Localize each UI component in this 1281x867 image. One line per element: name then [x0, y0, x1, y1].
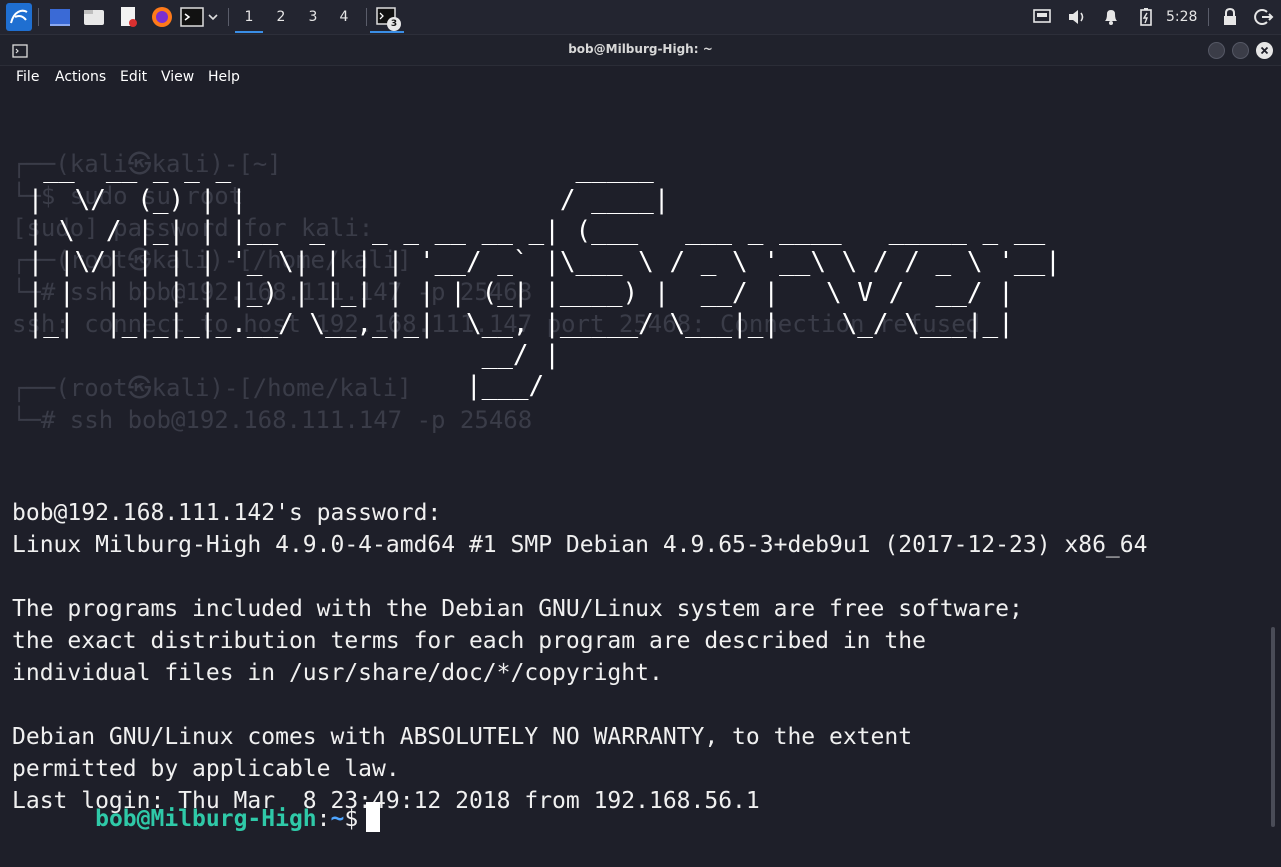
panel-separator [366, 8, 367, 26]
battery-icon[interactable] [1137, 5, 1155, 29]
banner-line: | \ / |_| | |__ _ _ _ __ __ _| (___ ___ … [12, 216, 1046, 246]
output-line: bob@192.168.111.142's password: [12, 500, 442, 526]
text-editor-icon[interactable] [117, 5, 141, 29]
window-count-badge: 3 [387, 17, 401, 31]
prompt-user-host: bob@Milburg-High [95, 806, 317, 832]
window-titlebar[interactable]: bob@Milburg-High: ~ [0, 35, 1281, 66]
menu-view[interactable]: View [161, 69, 194, 85]
notifications-bell-icon[interactable] [1101, 5, 1121, 29]
banner-line: | \/ (_) | | / ____| [12, 185, 670, 215]
chevron-down-icon[interactable] [205, 5, 221, 29]
lock-screen-icon[interactable] [1220, 5, 1240, 29]
window-title: bob@Milburg-High: ~ [568, 42, 713, 56]
banner-line: |___/ [12, 371, 545, 401]
terminal-prompt[interactable]: bob@Milburg-High:~$ [12, 770, 381, 867]
output-line: individual files in /usr/share/doc/*/cop… [12, 660, 663, 686]
menu-bar: File Actions Edit View Help [0, 66, 1281, 90]
scrollbar[interactable] [1271, 627, 1275, 827]
menu-edit[interactable]: Edit [120, 69, 147, 85]
panel-separator [228, 8, 229, 26]
maximize-button[interactable] [1232, 42, 1249, 59]
menu-file[interactable]: File [16, 69, 39, 85]
banner-line: | | | | | | |_) | |_| | | | (_| |____) |… [12, 278, 1014, 308]
terminal-window-task[interactable]: 3 [375, 5, 403, 31]
workspace-4[interactable]: 4 [330, 5, 358, 29]
logout-icon[interactable] [1252, 5, 1274, 29]
firefox-icon[interactable] [150, 5, 174, 29]
prompt-symbol: $ [344, 806, 359, 832]
screen-icon[interactable] [1032, 5, 1052, 29]
output-line: Linux Milburg-High 4.9.0-4-amd64 #1 SMP … [12, 532, 1148, 558]
prompt-separator: : [316, 806, 331, 832]
terminal-output: bob@192.168.111.142's password: Linux Mil… [12, 465, 1147, 817]
banner-line: |_| |_|_|_|_.__/ \__,_|_| \__, |_____/ \… [12, 309, 1014, 339]
workspace-3[interactable]: 3 [299, 5, 327, 29]
ghost-line: └─# ssh bob@192.168.111.147 -p 25468 [12, 406, 533, 434]
terminal-area[interactable]: ┌──(kali㉿kali)-[~] └─$ sudo su root [sudo]… [0, 90, 1281, 832]
close-button[interactable] [1256, 42, 1273, 59]
terminal-window: bob@Milburg-High: ~ File Actions Edit Vi… [0, 35, 1281, 832]
banner-line: | |\/| | | | '_ \| | | | '__/ _` |\___ \… [12, 247, 1061, 277]
show-desktop-icon[interactable] [48, 5, 72, 29]
minimize-button[interactable] [1208, 42, 1225, 59]
workspace-1[interactable]: 1 [235, 5, 263, 33]
file-manager-icon[interactable] [82, 5, 106, 29]
menu-actions[interactable]: Actions [55, 69, 106, 85]
output-line: Debian GNU/Linux comes with ABSOLUTELY N… [12, 724, 913, 750]
active-task-indicator [370, 31, 404, 33]
top-panel: 1 2 3 4 3 5:28 [0, 0, 1281, 35]
output-line: the exact distribution terms for each pr… [12, 628, 926, 654]
ascii-banner: __ __ _ _ _ _____ | \/ (_) | | / ____| |… [12, 154, 1061, 402]
output-line: The programs included with the Debian GN… [12, 596, 1023, 622]
kali-menu-icon[interactable] [6, 3, 32, 31]
panel-separator [1208, 8, 1209, 26]
volume-icon[interactable] [1066, 5, 1088, 29]
clock[interactable]: 5:28 [1166, 6, 1197, 28]
menu-help[interactable]: Help [208, 69, 240, 85]
banner-line: __ __ _ _ _ _____ [12, 154, 654, 184]
panel-separator [38, 8, 39, 26]
text-cursor [366, 802, 381, 832]
banner-line: __/ | [12, 340, 560, 370]
prompt-path: ~ [330, 806, 345, 832]
terminal-launcher-icon[interactable] [180, 5, 204, 29]
close-icon [1260, 46, 1269, 55]
workspace-2[interactable]: 2 [267, 5, 295, 29]
